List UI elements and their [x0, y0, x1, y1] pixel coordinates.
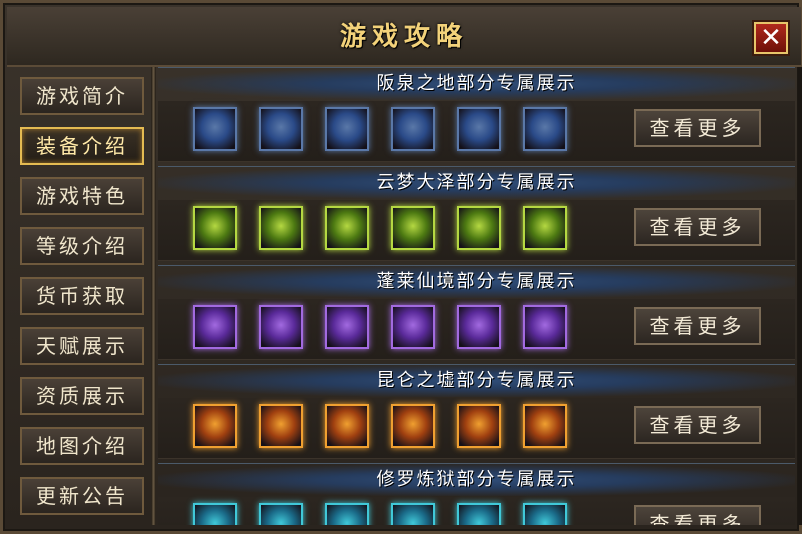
sidebar-nav: 游戏简介装备介绍游戏特色等级介绍货币获取天赋展示资质展示地图介绍更新公告: [11, 67, 151, 527]
sidebar-item-0[interactable]: 游戏简介: [20, 77, 144, 115]
section-items: 查看更多: [158, 299, 795, 360]
crystal-icon[interactable]: [523, 107, 567, 151]
necklace-icon[interactable]: [391, 206, 435, 250]
section-items: 查看更多: [158, 200, 795, 261]
sidebar-item-2[interactable]: 游戏特色: [20, 177, 144, 215]
green-sword-icon[interactable]: [193, 107, 237, 151]
ring-icon[interactable]: [523, 404, 567, 448]
helmet-icon[interactable]: [325, 404, 369, 448]
sidebar-item-7[interactable]: 地图介绍: [20, 427, 144, 465]
equipment-section: 云梦大泽部分专属展示查看更多: [158, 166, 795, 261]
title-bar: 游戏攻略: [7, 7, 801, 67]
necklace-icon[interactable]: [391, 404, 435, 448]
ring-icon[interactable]: [523, 206, 567, 250]
bracer-icon[interactable]: [457, 404, 501, 448]
green-sword-icon[interactable]: [193, 206, 237, 250]
close-icon: ✕: [760, 23, 782, 53]
section-title: 云梦大泽部分专属展示: [158, 166, 795, 199]
armor-icon[interactable]: [259, 206, 303, 250]
section-items: 查看更多: [158, 497, 795, 525]
sidebar-item-3[interactable]: 等级介绍: [20, 227, 144, 265]
equipment-section: 蓬莱仙境部分专属展示查看更多: [158, 265, 795, 360]
view-more-button[interactable]: 查看更多: [634, 109, 761, 147]
equipment-section: 阪泉之地部分专属展示查看更多: [158, 67, 795, 162]
armor-icon[interactable]: [259, 305, 303, 349]
bracer-icon[interactable]: [457, 503, 501, 525]
bracer-icon[interactable]: [457, 305, 501, 349]
window-title: 游戏攻略: [339, 22, 468, 52]
armor-icon[interactable]: [259, 503, 303, 525]
section-items: 查看更多: [158, 398, 795, 459]
helmet-icon[interactable]: [325, 305, 369, 349]
helmet-icon[interactable]: [325, 503, 369, 525]
armor-icon[interactable]: [259, 107, 303, 151]
armor-icon[interactable]: [259, 404, 303, 448]
amulet-icon[interactable]: [391, 107, 435, 151]
sidebar-item-4[interactable]: 货币获取: [20, 277, 144, 315]
cyan-sword-icon[interactable]: [193, 503, 237, 525]
purple-sword-icon[interactable]: [193, 305, 237, 349]
view-more-button[interactable]: 查看更多: [634, 208, 761, 246]
close-button[interactable]: ✕: [754, 22, 788, 54]
section-title: 昆仑之墟部分专属展示: [158, 364, 795, 397]
section-title: 蓬莱仙境部分专属展示: [158, 265, 795, 298]
section-title: 阪泉之地部分专属展示: [158, 67, 795, 100]
section-items: 查看更多: [158, 101, 795, 162]
ring-icon[interactable]: [523, 305, 567, 349]
view-more-button[interactable]: 查看更多: [634, 307, 761, 345]
sidebar-item-1[interactable]: 装备介绍: [20, 127, 144, 165]
sidebar-item-6[interactable]: 资质展示: [20, 377, 144, 415]
divider: [151, 67, 156, 525]
orange-sword-icon[interactable]: [193, 404, 237, 448]
equipment-section: 修罗炼狱部分专属展示查看更多: [158, 463, 795, 525]
view-more-button[interactable]: 查看更多: [634, 505, 761, 525]
sidebar-item-5[interactable]: 天赋展示: [20, 327, 144, 365]
boot-icon[interactable]: [457, 107, 501, 151]
gold-orb-icon[interactable]: [325, 107, 369, 151]
equipment-section: 昆仑之墟部分专属展示查看更多: [158, 364, 795, 459]
necklace-icon[interactable]: [391, 503, 435, 525]
scrollbar[interactable]: [798, 67, 802, 525]
bracer-icon[interactable]: [457, 206, 501, 250]
helmet-icon[interactable]: [325, 206, 369, 250]
game-guide-window: 游戏攻略 ✕ 游戏简介装备介绍游戏特色等级介绍货币获取天赋展示资质展示地图介绍更…: [0, 0, 802, 534]
section-title: 修罗炼狱部分专属展示: [158, 463, 795, 496]
necklace-icon[interactable]: [391, 305, 435, 349]
view-more-button[interactable]: 查看更多: [634, 406, 761, 444]
ring-icon[interactable]: [523, 503, 567, 525]
equipment-showcase: 阪泉之地部分专属展示 查看更多 云梦大泽部分专属展示 查看更多 蓬莱仙境部分专属展示 查看…: [158, 67, 795, 525]
sidebar-item-8[interactable]: 更新公告: [20, 477, 144, 515]
